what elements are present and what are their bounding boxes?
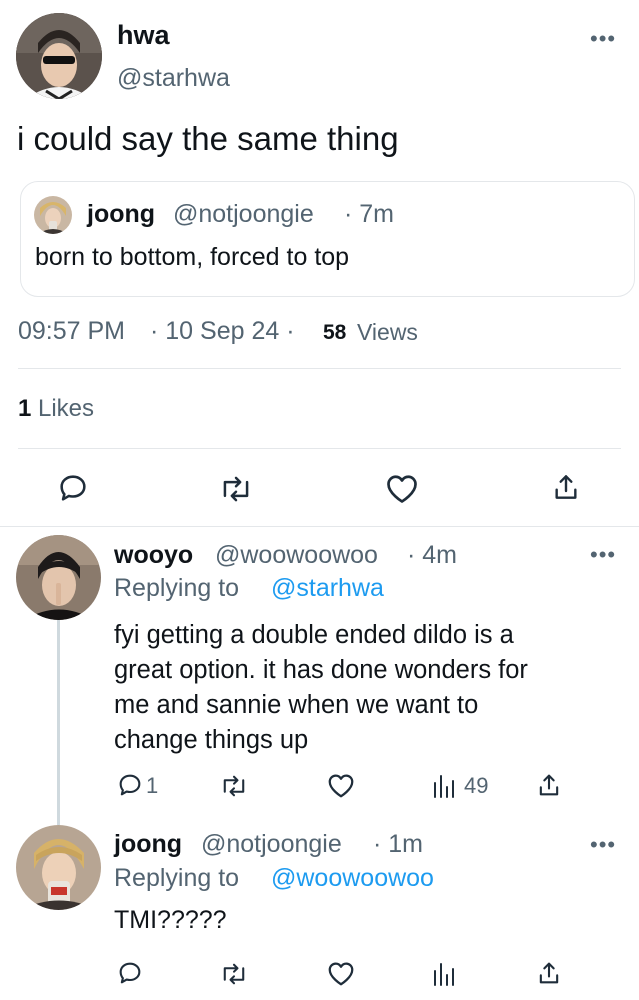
reply1-handle[interactable]: @woowoowoo — [215, 541, 378, 570]
more-icon[interactable]: ••• — [590, 834, 616, 856]
reply1-views-count: 49 — [464, 773, 489, 798]
reply2-text: TMI????? — [114, 906, 227, 934]
main-tweet-text: i could say the same thing — [17, 120, 399, 157]
share-icon[interactable] — [535, 770, 563, 800]
likes-count[interactable]: 1 — [18, 395, 31, 423]
reply-icon[interactable] — [116, 771, 144, 799]
reply2-display-name[interactable]: joong — [114, 830, 182, 859]
quoted-time: · 7m — [344, 200, 394, 228]
reply2-handle[interactable]: @notjoongie — [201, 830, 342, 859]
reply1-replying-label: Replying to — [114, 574, 240, 602]
quoted-text: born to bottom, forced to top — [35, 243, 350, 271]
reply2-time: · 1m — [373, 830, 423, 858]
reply1-time: · 4m — [407, 541, 457, 569]
tweet-date: · 10 Sep 24 · — [150, 317, 295, 345]
reply1-text-line: change things up — [114, 726, 309, 754]
divider — [0, 526, 639, 527]
heart-icon[interactable] — [326, 771, 356, 799]
heart-icon[interactable] — [326, 959, 356, 987]
more-icon[interactable]: ••• — [590, 28, 616, 50]
avatar-joong[interactable] — [16, 825, 101, 910]
reply1-text-line: me and sannie when we want to — [114, 691, 479, 719]
heart-icon[interactable] — [384, 471, 420, 505]
reply1-text-line: fyi getting a double ended dildo is a — [114, 621, 514, 649]
likes-label[interactable]: Likes — [38, 395, 94, 423]
views-icon[interactable] — [432, 961, 456, 987]
divider — [18, 368, 621, 369]
quoted-display-name[interactable]: joong — [87, 200, 155, 229]
avatar-joong-quoted — [34, 196, 72, 234]
reply2-replying-label: Replying to — [114, 864, 240, 892]
retweet-icon[interactable] — [218, 472, 254, 506]
reply1-reply-count: 1 — [146, 773, 159, 798]
tweet-time: 09:57 PM — [18, 317, 126, 345]
reply2-replying-to-link[interactable]: @woowoowoo — [271, 864, 434, 893]
divider — [18, 448, 621, 449]
avatar-hwa[interactable] — [16, 13, 102, 99]
views-label: Views — [357, 319, 418, 345]
reply1-text-line: great option. it has done wonders for — [114, 656, 528, 684]
avatar-wooyo[interactable] — [16, 535, 101, 620]
main-handle[interactable]: @starhwa — [117, 64, 230, 93]
reply1-display-name[interactable]: wooyo — [114, 541, 193, 570]
retweet-icon[interactable] — [219, 772, 249, 800]
views-icon[interactable] — [432, 773, 456, 799]
reply1-replying-to-link[interactable]: @starhwa — [271, 574, 384, 603]
thread-line — [57, 620, 60, 825]
more-icon[interactable]: ••• — [590, 544, 616, 566]
main-display-name[interactable]: hwa — [117, 20, 170, 51]
share-icon[interactable] — [550, 470, 582, 504]
reply-icon[interactable] — [56, 471, 90, 505]
share-icon[interactable] — [535, 958, 563, 988]
views-count: 58 — [323, 321, 347, 344]
retweet-icon[interactable] — [219, 960, 249, 988]
quoted-handle[interactable]: @notjoongie — [173, 200, 314, 229]
quoted-tweet-card[interactable] — [20, 181, 635, 297]
reply1-text: fyi getting a double ended dildo is a gr… — [114, 618, 528, 758]
reply-icon[interactable] — [116, 959, 144, 987]
